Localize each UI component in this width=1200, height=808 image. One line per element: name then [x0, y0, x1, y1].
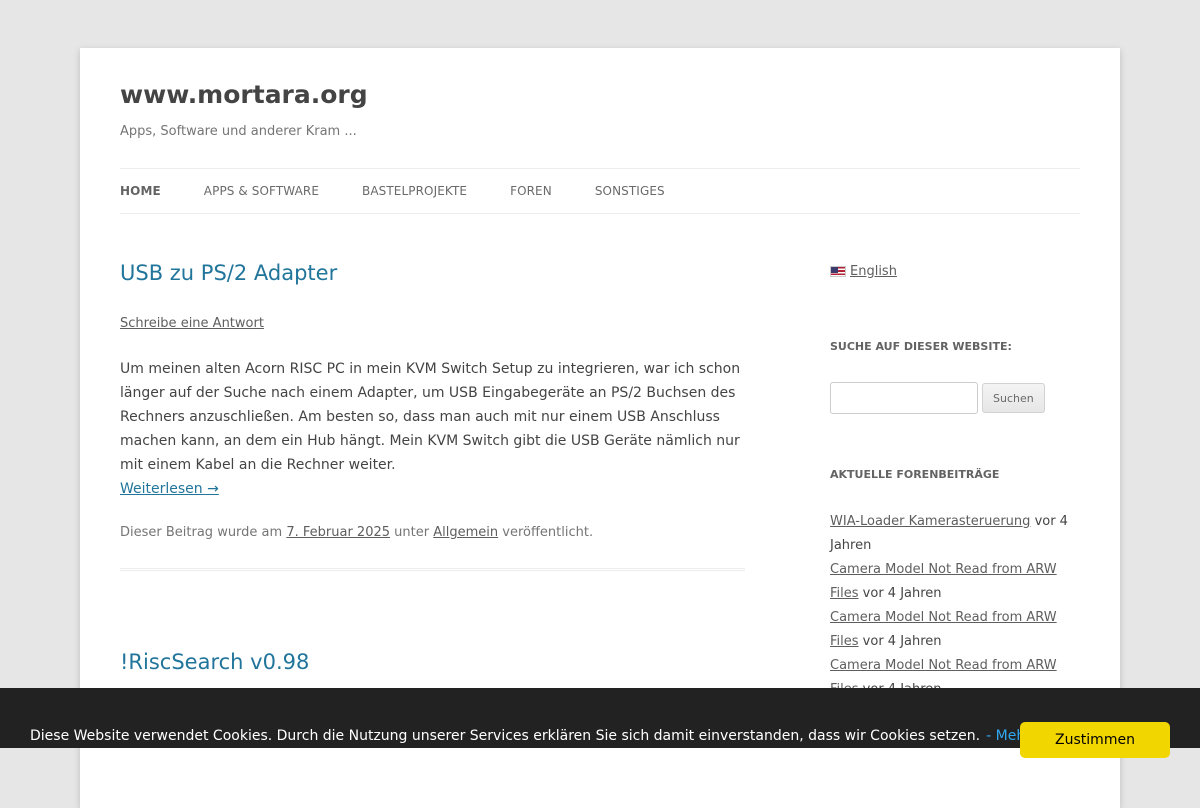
search-button[interactable]: Suchen [982, 383, 1045, 413]
post-separator [120, 568, 745, 572]
search-widget-title: SUCHE AUF DIESER WEBSITE: [830, 340, 1012, 353]
forum-post-age: vor 4 Jahren [862, 634, 942, 649]
reply-link[interactable]: Schreibe eine Antwort [120, 316, 745, 331]
language-switcher: English [830, 264, 1080, 279]
meta-date-link[interactable]: 7. Februar 2025 [286, 525, 390, 540]
site-description: Apps, Software und anderer Kram ... [120, 124, 357, 139]
nav-item-foren[interactable]: FOREN [510, 184, 552, 198]
forum-post-age: vor 4 Jahren [862, 586, 942, 601]
list-item: WIA-Loader Kamerasteruerung vor 4 Jahren [830, 510, 1080, 558]
main-nav: HOME APPS & SOFTWARE BASTELPROJEKTE FORE… [120, 168, 1080, 214]
nav-item-sonstiges[interactable]: SONSTIGES [595, 184, 665, 198]
meta-prefix: Dieser Beitrag wurde am [120, 525, 283, 541]
search-form: Suchen [830, 382, 1045, 414]
forum-post-list: WIA-Loader Kamerasteruerung vor 4 Jahren… [830, 510, 1080, 702]
sidebar: English SUCHE AUF DIESER WEBSITE: Suchen… [830, 264, 1080, 697]
nav-item-bastelprojekte[interactable]: BASTELPROJEKTE [362, 184, 467, 198]
meta-category-link[interactable]: Allgemein [433, 525, 498, 540]
nav-item-home[interactable]: HOME [120, 184, 161, 198]
language-link-english[interactable]: English [850, 264, 897, 279]
cookie-message: Diese Website verwendet Cookies. Durch d… [30, 728, 1031, 744]
cookie-accept-button[interactable]: Zustimmen [1020, 722, 1170, 758]
nav-item-apps-software[interactable]: APPS & SOFTWARE [204, 184, 319, 198]
us-flag-icon [830, 266, 846, 277]
post-excerpt: Um meinen alten Acorn RISC PC in mein KV… [120, 361, 741, 474]
post-article: USB zu PS/2 Adapter Schreibe eine Antwor… [120, 260, 745, 572]
site-title[interactable]: www.mortara.org [120, 80, 368, 109]
meta-middle: unter [394, 525, 430, 541]
cookie-text: Diese Website verwendet Cookies. Durch d… [30, 728, 981, 744]
list-item: Camera Model Not Read from ARW Files vor… [830, 606, 1080, 654]
main-content: USB zu PS/2 Adapter Schreibe eine Antwor… [120, 260, 745, 572]
read-more-link[interactable]: Weiterlesen → [120, 477, 745, 501]
post-title[interactable]: USB zu PS/2 Adapter [120, 260, 745, 287]
cookie-bar: Diese Website verwendet Cookies. Durch d… [0, 688, 1200, 758]
forum-widget-title: AKTUELLE FORENBEITRÄGE [830, 468, 1000, 481]
list-item: Camera Model Not Read from ARW Files vor… [830, 558, 1080, 606]
meta-suffix: veröffentlicht. [502, 525, 594, 541]
forum-post-link[interactable]: WIA-Loader Kamerasteruerung [830, 514, 1030, 529]
search-input[interactable] [830, 382, 978, 414]
post-meta: Dieser Beitrag wurde am 7. Februar 2025 … [120, 525, 745, 540]
post-title-2[interactable]: !RiscSearch v0.98 [120, 650, 309, 674]
